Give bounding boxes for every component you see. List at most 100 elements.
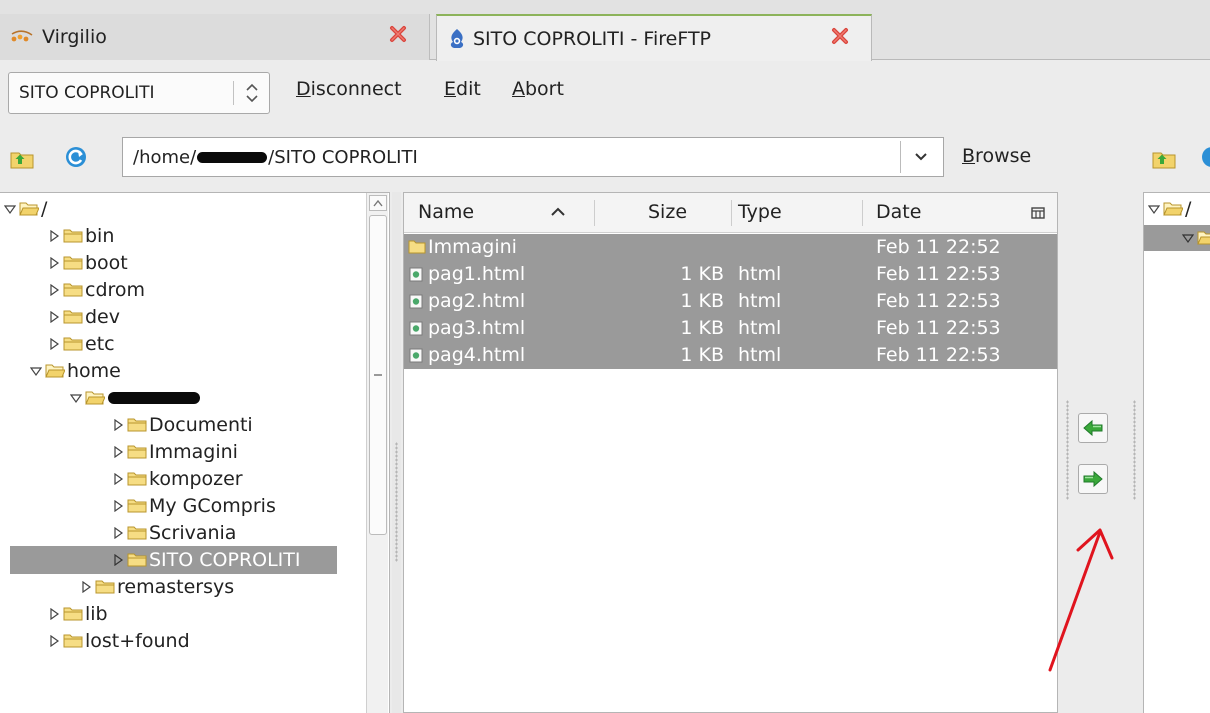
remote-refresh-icon[interactable] [1200, 145, 1210, 169]
pane-splitter[interactable] [392, 192, 401, 713]
close-icon[interactable] [389, 25, 407, 43]
tree-item-scrivania[interactable]: Scrivania [0, 519, 365, 547]
path-end: /SITO COPROLITI [268, 146, 418, 168]
browse-button[interactable]: Browse [962, 145, 1031, 167]
column-header-name[interactable]: Name [418, 193, 566, 231]
column-picker-icon[interactable] [1030, 205, 1046, 221]
file-type: html [738, 263, 782, 285]
twisty-open-icon [70, 394, 82, 404]
remote-parent-folder-icon[interactable] [1152, 147, 1176, 171]
column-label: Type [738, 201, 782, 223]
twisty-open-icon [1182, 234, 1194, 244]
button-label: dit [456, 78, 481, 100]
column-header-size[interactable]: Size [648, 193, 687, 231]
column-label: Size [648, 201, 688, 223]
file-size: 1 KB [680, 263, 724, 285]
virgilio-icon [11, 30, 33, 42]
scroll-up-button[interactable] [369, 195, 387, 211]
disconnect-button[interactable]: Disconnect [296, 78, 402, 100]
twisty-closed-icon [50, 608, 60, 620]
file-row-pag2[interactable]: pag2.html 1 KB html Feb 11 22:53 [404, 288, 1057, 315]
mnemonic: E [444, 78, 457, 100]
file-date: Feb 11 22:52 [876, 236, 1001, 258]
tree-label: lib [85, 603, 108, 625]
file-row-immagini[interactable]: Immagini Feb 11 22:52 [404, 234, 1057, 261]
tree-item-etc[interactable]: etc [0, 330, 365, 358]
tree-label: remastersys [117, 576, 235, 598]
twisty-closed-icon [50, 338, 60, 350]
html-file-icon [409, 267, 423, 282]
column-header-date[interactable]: Date [876, 193, 921, 231]
local-file-list[interactable]: Name Size Type Date Immagini Feb 11 22:5… [403, 192, 1058, 713]
tree-item-user[interactable] [0, 384, 365, 412]
tree-scrollbar[interactable] [366, 193, 388, 713]
tab-virgilio[interactable]: Virgilio [0, 14, 430, 60]
twisty-open-icon [4, 205, 16, 215]
tree-item-dev[interactable]: dev [0, 303, 365, 331]
tree-item-my-gcompris[interactable]: My GCompris [0, 492, 365, 520]
file-row-pag1[interactable]: pag1.html 1 KB html Feb 11 22:53 [404, 261, 1057, 288]
button-label: isconnect [310, 78, 402, 100]
tab-bar: Virgilio SITO COPROLITI - FireFTP [0, 0, 1210, 61]
html-file-icon [409, 294, 423, 309]
folder-icon [63, 607, 83, 621]
tree-item-remote-root[interactable]: / [1144, 195, 1210, 223]
refresh-icon[interactable] [64, 145, 88, 169]
folder-open-icon [1163, 202, 1183, 216]
file-row-pag3[interactable]: pag3.html 1 KB html Feb 11 22:53 [404, 315, 1057, 342]
tree-item-bin[interactable]: bin [0, 222, 365, 250]
scroll-thumb[interactable] [369, 215, 387, 535]
splitter-grip [1133, 400, 1136, 500]
folder-icon [127, 553, 147, 567]
abort-button[interactable]: Abort [512, 78, 564, 100]
column-label: Name [418, 201, 475, 223]
tree-label: cdrom [85, 279, 146, 301]
folder-icon [95, 580, 115, 594]
tab-fireftp[interactable]: SITO COPROLITI - FireFTP [436, 14, 872, 61]
upload-button[interactable] [1078, 464, 1108, 494]
tree-item-kompozer[interactable]: kompozer [0, 465, 365, 493]
tree-item-sito-coproliti[interactable]: SITO COPROLITI [10, 546, 337, 574]
tree-item-home[interactable]: home [0, 357, 365, 385]
column-header-type[interactable]: Type [738, 193, 782, 231]
tree-item-lib[interactable]: lib [0, 600, 365, 628]
twisty-closed-icon [114, 554, 124, 566]
column-divider [594, 200, 595, 226]
redacted-mark [197, 152, 268, 163]
tree-item-remote-selected[interactable] [1144, 225, 1210, 251]
twisty-closed-icon [50, 230, 60, 242]
file-date: Feb 11 22:53 [876, 344, 1001, 366]
local-path-input[interactable]: /home/ /SITO COPROLITI [122, 137, 944, 177]
tree-item-lost-found[interactable]: lost+found [0, 627, 365, 655]
tree-label: My GCompris [149, 495, 276, 517]
tree-item-remastersys[interactable]: remastersys [0, 573, 365, 601]
file-type: html [738, 290, 782, 312]
path-text: /home/ /SITO COPROLITI [133, 147, 418, 168]
download-button[interactable] [1078, 413, 1108, 443]
path-start: /home/ [133, 146, 197, 168]
tree-item-cdrom[interactable]: cdrom [0, 276, 365, 304]
mnemonic: A [512, 78, 525, 100]
tree-item-boot[interactable]: boot [0, 249, 365, 277]
local-folder-tree[interactable]: / bin boot cdrom dev etc home Documenti … [0, 192, 390, 713]
folder-open-icon [85, 391, 105, 405]
parent-folder-icon[interactable] [10, 147, 34, 171]
tree-item-documenti[interactable]: Documenti [0, 411, 365, 439]
edit-button[interactable]: Edit [444, 78, 481, 100]
tree-item-root[interactable]: / [0, 195, 365, 223]
fireftp-icon [450, 28, 464, 48]
redacted-mark [108, 392, 200, 404]
tab-label: SITO COPROLITI - FireFTP [473, 27, 712, 50]
file-name: pag4.html [428, 344, 526, 366]
twisty-closed-icon [50, 284, 60, 296]
remote-folder-tree[interactable]: / [1143, 192, 1210, 713]
tree-label: bin [85, 225, 115, 247]
profile-value: SITO COPROLITI [19, 83, 155, 103]
profile-select[interactable]: SITO COPROLITI [8, 72, 270, 114]
file-row-pag4[interactable]: pag4.html 1 KB html Feb 11 22:53 [404, 342, 1057, 369]
column-divider [862, 200, 863, 226]
tree-item-immagini[interactable]: Immagini [0, 438, 365, 466]
path-dropdown-button[interactable] [900, 141, 940, 173]
close-icon[interactable] [831, 27, 849, 45]
file-size: 1 KB [680, 290, 724, 312]
